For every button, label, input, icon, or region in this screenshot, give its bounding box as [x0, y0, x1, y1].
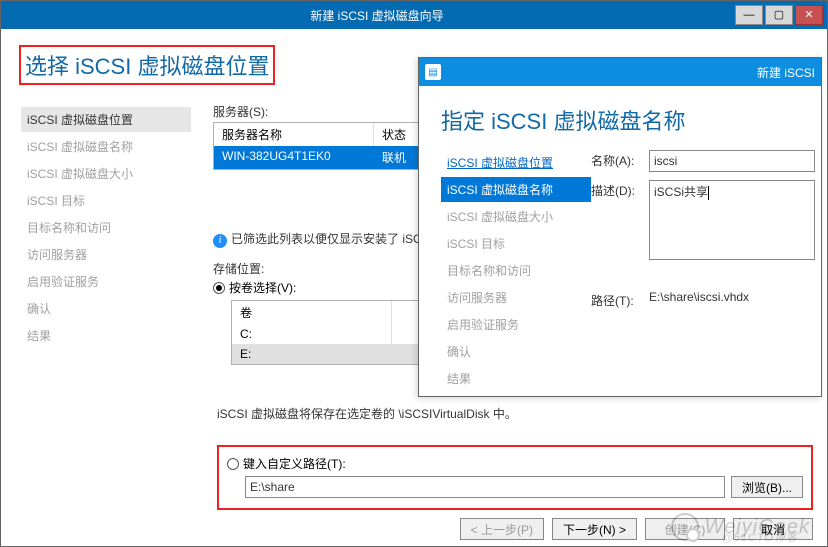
nav-item-confirm: 确认 [21, 296, 191, 321]
main-titlebar: 新建 iSCSI 虚拟磁盘向导 — ▢ ✕ [1, 1, 827, 29]
path-label: 路径(T): [591, 290, 649, 309]
nav-item-name: iSCSI 虚拟磁盘名称 [21, 134, 191, 159]
sub-wizard-window: ▤ 新建 iSCSI 指定 iSCSI 虚拟磁盘名称 iSCSI 虚拟磁盘位置 … [418, 57, 822, 397]
sub-titlebar: ▤ 新建 iSCSI [419, 58, 821, 86]
radio-by-volume-label: 按卷选择(V): [229, 279, 296, 296]
nav-item-result: 结果 [21, 323, 191, 348]
nav-item-location[interactable]: iSCSI 虚拟磁盘位置 [21, 107, 191, 132]
sub-nav-access: 访问服务器 [441, 285, 591, 310]
desc-row: 描述(D): iSCSi共享 [591, 180, 815, 260]
custom-path-highlight: 键入自定义路径(T): 浏览(B)... [217, 445, 813, 510]
sub-page-heading: 指定 iSCSI 虚拟磁盘名称 [441, 104, 821, 136]
radio-custom-path[interactable]: 键入自定义路径(T): [227, 455, 803, 472]
sub-body: iSCSI 虚拟磁盘位置 iSCSI 虚拟磁盘名称 iSCSI 虚拟磁盘大小 i… [419, 150, 821, 393]
nav-item-size: iSCSI 虚拟磁盘大小 [21, 161, 191, 186]
sub-nav-confirm: 确认 [441, 339, 591, 364]
info-text: 已筛选此列表以便仅显示安装了 iSCS [231, 232, 430, 246]
cancel-button[interactable]: 取消 [733, 518, 813, 540]
window-controls: — ▢ ✕ [733, 5, 823, 25]
name-label: 名称(A): [591, 150, 649, 172]
info-icon: i [213, 234, 227, 248]
vol-c: C: [232, 324, 392, 344]
sub-nav-location[interactable]: iSCSI 虚拟磁盘位置 [441, 150, 591, 175]
path-row: 路径(T): E:\share\iscsi.vhdx [591, 290, 815, 309]
col-volume: 卷 [232, 301, 392, 324]
next-button[interactable]: 下一步(N) > [552, 518, 637, 540]
close-button[interactable]: ✕ [795, 5, 823, 25]
desc-label: 描述(D): [591, 180, 649, 199]
sub-nav-size: iSCSI 虚拟磁盘大小 [441, 204, 591, 229]
server-name-cell: WIN-382UG4T1EK0 [214, 146, 374, 169]
radio-custom-label: 键入自定义路径(T): [243, 455, 346, 472]
nav-item-auth: 启用验证服务 [21, 269, 191, 294]
sub-wizard-nav: iSCSI 虚拟磁盘位置 iSCSI 虚拟磁盘名称 iSCSI 虚拟磁盘大小 i… [441, 150, 591, 393]
nav-item-target: iSCSI 目标 [21, 188, 191, 213]
save-note: iSCSI 虚拟磁盘将保存在选定卷的 \iSCSIVirtualDisk 中。 [217, 405, 815, 422]
page-heading-highlight: 选择 iSCSI 虚拟磁盘位置 [19, 45, 275, 85]
nav-item-access: 访问服务器 [21, 242, 191, 267]
desc-text: iSCSi共享 [654, 185, 708, 199]
radio-icon[interactable] [213, 282, 225, 294]
minimize-button[interactable]: — [735, 5, 763, 25]
wizard-footer: < 上一步(P) 下一步(N) > 创建(C) 取消 [460, 518, 813, 540]
sub-nav-result: 结果 [441, 366, 591, 391]
custom-path-row: 浏览(B)... [245, 476, 803, 498]
col-server-name: 服务器名称 [214, 123, 374, 146]
path-value: E:\share\iscsi.vhdx [649, 290, 749, 309]
nav-item-targetname: 目标名称和访问 [21, 215, 191, 240]
sub-nav-auth: 启用验证服务 [441, 312, 591, 337]
window-title: 新建 iSCSI 虚拟磁盘向导 [21, 7, 733, 24]
maximize-button[interactable]: ▢ [765, 5, 793, 25]
sub-nav-name[interactable]: iSCSI 虚拟磁盘名称 [441, 177, 591, 202]
name-row: 名称(A): [591, 150, 815, 172]
browse-button[interactable]: 浏览(B)... [731, 476, 803, 498]
sub-window-title: 新建 iSCSI [447, 64, 815, 81]
wizard-icon: ▤ [425, 64, 441, 80]
wizard-nav: iSCSI 虚拟磁盘位置 iSCSI 虚拟磁盘名称 iSCSI 虚拟磁盘大小 i… [21, 107, 191, 350]
name-input[interactable] [649, 150, 815, 172]
desc-textarea[interactable]: iSCSi共享 [649, 180, 815, 260]
radio-icon[interactable] [227, 458, 239, 470]
text-cursor [708, 186, 709, 200]
sub-nav-targetname: 目标名称和访问 [441, 258, 591, 283]
sub-nav-target: iSCSI 目标 [441, 231, 591, 256]
custom-path-input[interactable] [245, 476, 725, 498]
sub-form: 名称(A): 描述(D): iSCSi共享 路径(T): E:\share\is… [591, 150, 821, 393]
prev-button[interactable]: < 上一步(P) [460, 518, 544, 540]
vol-e: E: [232, 344, 392, 364]
page-heading: 选择 iSCSI 虚拟磁盘位置 [25, 49, 269, 81]
create-button[interactable]: 创建(C) [645, 518, 725, 540]
